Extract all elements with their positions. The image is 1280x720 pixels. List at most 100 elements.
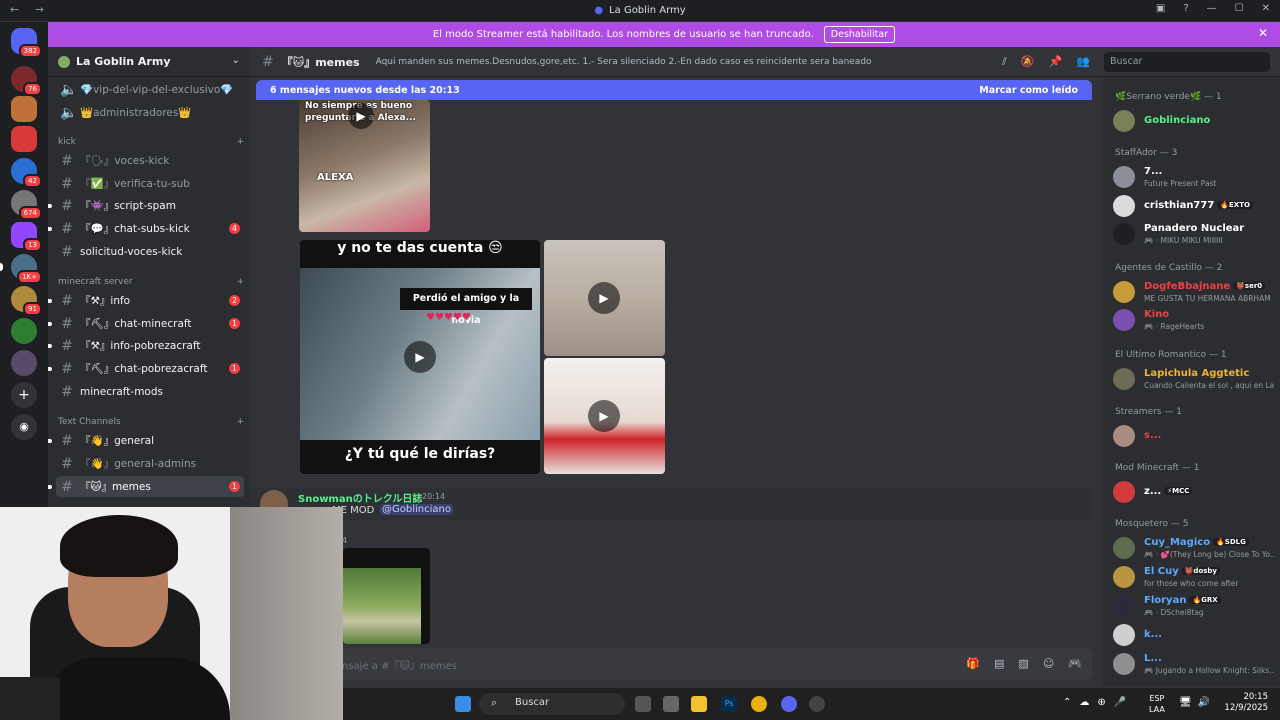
new-messages-text: 6 mensajes nuevos desde las 20:13 (270, 84, 460, 96)
member-item[interactable]: s... (1113, 423, 1278, 449)
help-icon[interactable]: ? (1183, 3, 1188, 14)
chrome-icon[interactable] (751, 696, 767, 712)
member-item[interactable]: Lapichula Aggtetic Cuando Calienta el sol… (1113, 366, 1278, 392)
channel-general[interactable]: # 『👋』general (48, 430, 244, 451)
member-item[interactable]: Goblinciano (1113, 108, 1278, 134)
channel-chat-pobrezacraft[interactable]: # 『⛏』chat-pobrezacraft 1 (48, 358, 244, 379)
video-attachment[interactable]: No siempre es bueno preguntarle a Alexa.… (299, 100, 430, 232)
emoji-icon[interactable]: ☺ (1043, 657, 1054, 670)
mark-read-button[interactable]: Marcar como leído (979, 85, 1078, 96)
pin-icon[interactable]: 📌 (1049, 55, 1063, 69)
member-item[interactable]: El Cuy 👹dosby for those who come after (1113, 564, 1278, 590)
disable-streamer-button[interactable]: Deshabilitar (823, 26, 896, 43)
add-channel-icon[interactable]: + (236, 417, 244, 427)
keyboard-language[interactable]: ESP LAA (1149, 693, 1165, 715)
file-explorer-icon[interactable] (691, 696, 707, 712)
member-item[interactable]: DogfeBbajnane 👹ser0 ME GUSTA TU HERMANA AB… (1113, 279, 1278, 305)
notification-mute-icon[interactable]: 🔕 (1021, 55, 1035, 69)
server-icon[interactable] (11, 318, 37, 344)
discord-icon[interactable] (781, 696, 797, 712)
member-item[interactable]: Panadero Nuclear 🎮 · MIKU MIKU MIIIIII (1113, 221, 1278, 247)
video-attachment[interactable]: y no te das cuenta 😒 Perdió el amigo y l… (300, 240, 540, 474)
sticker-icon[interactable]: ▧ (1018, 657, 1028, 670)
clock[interactable]: 20:15 12/9/2025 (1224, 692, 1268, 714)
server-icon[interactable] (11, 96, 37, 122)
taskbar-search[interactable]: ⌕ Buscar (479, 693, 625, 715)
message[interactable]: Snowmanのトレクル日誌 20:14 ME MOD @Goblinciano (260, 490, 1090, 520)
discover-icon[interactable]: ◉ (11, 414, 37, 440)
chevron-down-icon[interactable]: ⌄ (232, 55, 240, 66)
gift-icon[interactable]: 🎁 (966, 657, 980, 670)
channel-info-pobrezacraft[interactable]: # 『⚒』info-pobrezacraft (48, 335, 244, 356)
video-attachment[interactable] (343, 548, 430, 644)
play-icon[interactable]: ▶ (348, 103, 374, 129)
search-input[interactable]: Buscar (1104, 52, 1270, 72)
message-author[interactable]: Snowmanのトレクル日誌 (298, 490, 422, 505)
app-icon[interactable] (663, 696, 679, 712)
app-icon[interactable] (809, 696, 825, 712)
channel-script-spam[interactable]: # 『👾』script-spam (48, 195, 244, 216)
play-icon[interactable]: ▶ (588, 282, 620, 314)
mention[interactable]: @Goblinciano (380, 504, 453, 515)
server-icon[interactable] (11, 350, 37, 376)
category-minecraft[interactable]: minecraft server + (58, 277, 244, 287)
member-item[interactable]: Floryan 🔥GRX 🎮 · DSchei8tag (1113, 593, 1278, 619)
member-item[interactable]: z... ⚡MCC (1113, 479, 1278, 505)
play-icon[interactable]: ▶ (404, 341, 436, 373)
video-attachment[interactable]: ▶ (544, 240, 665, 356)
direct-messages-icon[interactable]: 382 (11, 28, 42, 58)
message-input[interactable]: nsaje a #『🐱』memes 🎁 ▤ ▧ ☺ 🎮 (258, 648, 1092, 680)
channel-general-admins[interactable]: # 『👋』general-admins (56, 453, 244, 474)
minimize-button[interactable]: — (1207, 3, 1217, 14)
add-server-icon[interactable]: + (11, 382, 37, 408)
server-icon[interactable]: 42 (11, 158, 42, 188)
avatar (1113, 110, 1135, 132)
member-item[interactable]: 7... Future Present Past (1113, 164, 1278, 190)
channel-chat-subs-kick[interactable]: # 『💬』chat-subs-kick 4 (48, 218, 244, 239)
channel-chat-minecraft[interactable]: # 『⛏』chat-minecraft 1 (48, 313, 244, 334)
server-icon[interactable]: 91 (11, 286, 42, 316)
member-list-icon[interactable]: 👥 (1076, 55, 1090, 69)
server-icon[interactable]: 1K+ (11, 254, 42, 284)
member-item[interactable]: k... (1113, 622, 1278, 648)
new-messages-bar[interactable]: 6 mensajes nuevos desde las 20:13 Marcar… (256, 80, 1092, 100)
photoshop-icon[interactable]: Ps (721, 696, 737, 712)
server-header[interactable]: La Goblin Army ⌄ (48, 47, 250, 77)
threads-icon[interactable]: ⫽ (1002, 55, 1007, 69)
channel-topic[interactable]: Aqui manden sus memes.Desnudos,gore,etc.… (376, 57, 872, 67)
add-channel-icon[interactable]: + (236, 137, 244, 147)
activities-icon[interactable]: 🎮 (1068, 657, 1082, 670)
server-icon[interactable]: 76 (11, 66, 42, 96)
member-item[interactable]: L... 🎮 Jugando a Hollow Knight: Silks... (1113, 651, 1278, 677)
close-button[interactable]: ✕ (1262, 3, 1270, 14)
maximize-button[interactable]: ☐ (1235, 3, 1244, 14)
member-item[interactable]: Kino 🎮 · RageHearts (1113, 307, 1278, 333)
channel-minecraft-mods[interactable]: # minecraft-mods (56, 381, 244, 402)
category-kick[interactable]: kick + (58, 137, 244, 147)
history-nav[interactable]: ← → (10, 3, 50, 16)
windows-start-icon[interactable] (455, 696, 471, 712)
server-icon[interactable]: 674 (11, 190, 42, 220)
channel-verifica-tu-sub[interactable]: # 『✅』verifica-tu-sub (56, 173, 244, 194)
voice-channel[interactable]: 🔈 👑administradores👑 (56, 102, 244, 123)
inbox-icon[interactable]: ▣ (1156, 3, 1165, 14)
member-item[interactable]: cristhian777 🔥EXTO (1113, 193, 1278, 219)
channel-voces-kick[interactable]: # 『🗣』voces-kick (56, 150, 244, 171)
channel-memes[interactable]: # 『🐱』memes 1 (48, 476, 244, 497)
close-icon[interactable]: ✕ (1258, 26, 1268, 40)
category-text-channels[interactable]: Text Channels + (58, 417, 244, 427)
video-attachment[interactable]: ▶ (544, 358, 665, 474)
network-volume-icons[interactable]: 🖥🔊 (1179, 697, 1216, 708)
tray-icons[interactable]: ⌃☁⊕🎤 (1063, 697, 1134, 708)
task-view-icon[interactable] (635, 696, 651, 712)
channel-info[interactable]: # 『⚒』info 2 (48, 290, 244, 311)
play-icon[interactable]: ▶ (588, 400, 620, 432)
server-icon[interactable]: 13 (11, 222, 42, 252)
add-channel-icon[interactable]: + (236, 277, 244, 287)
avatar (1113, 624, 1135, 646)
member-item[interactable]: Cuy_Magico 🔥SDLG 🎮 · 💕(They Long be) Close… (1113, 535, 1278, 561)
channel-solicitud-voces-kick[interactable]: # solicitud-voces-kick (56, 241, 244, 262)
voice-channel[interactable]: 🔈 💎vip-del-vip-del-exclusivo💎 (56, 79, 244, 100)
server-icon[interactable] (11, 126, 37, 152)
gif-icon[interactable]: ▤ (994, 657, 1004, 670)
